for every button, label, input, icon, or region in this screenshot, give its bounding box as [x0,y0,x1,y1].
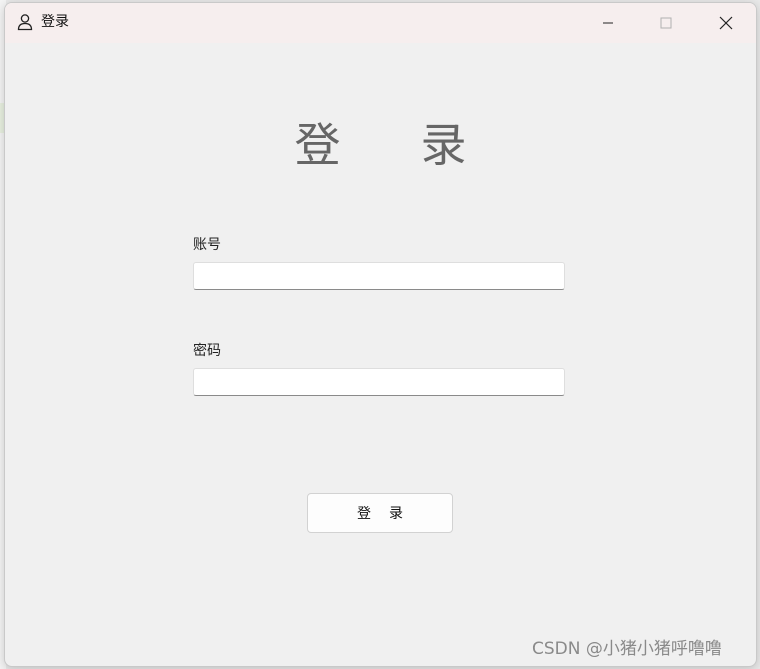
title-bar[interactable]: 登录 [5,3,756,43]
maximize-button [637,3,695,43]
page-title: 登录 [294,118,547,172]
login-window: 登录 登录 账号 密码 登录 [4,2,757,667]
account-input[interactable] [193,262,565,290]
close-icon [719,16,733,30]
close-button[interactable] [697,3,755,43]
minimize-icon [602,17,614,29]
watermark-text: CSDN @小猪小猪呼噜噜 [532,639,722,659]
login-button[interactable]: 登录 [307,493,453,533]
maximize-icon [660,17,672,29]
password-input[interactable] [193,368,565,396]
password-label: 密码 [193,343,221,359]
account-label: 账号 [193,237,221,253]
minimize-button[interactable] [579,3,637,43]
user-icon [16,13,34,31]
window-title: 登录 [41,14,69,30]
